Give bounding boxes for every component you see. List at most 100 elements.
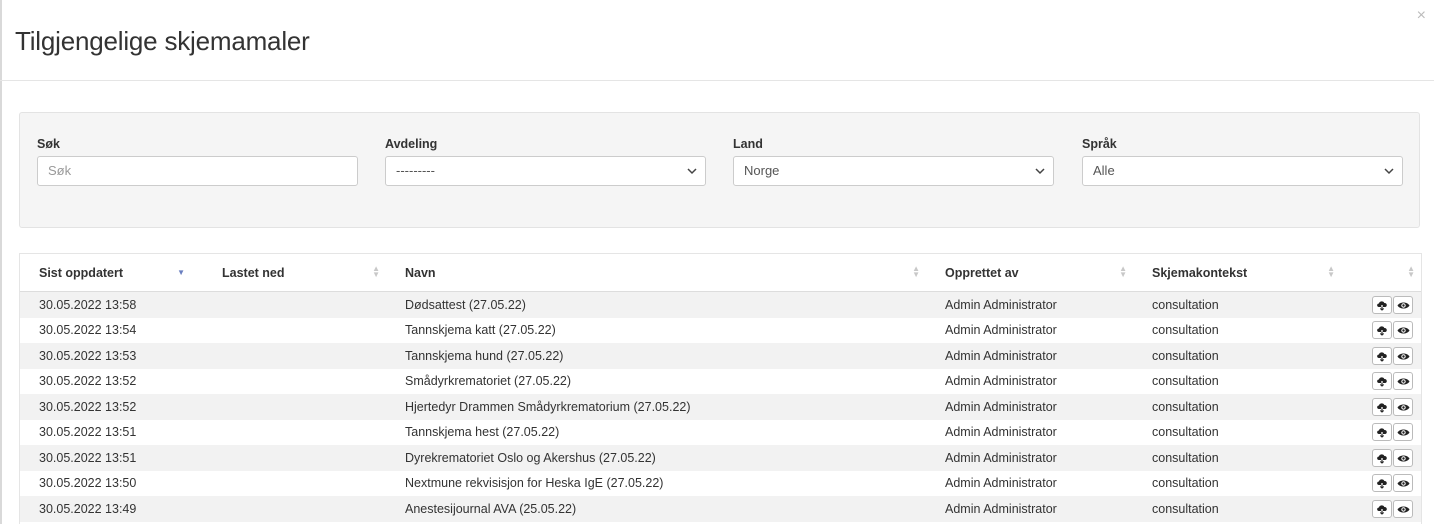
download-button[interactable] bbox=[1372, 346, 1392, 365]
language-label: Språk bbox=[1082, 137, 1117, 151]
cell-name: Tannskjema hest (27.05.22) bbox=[386, 419, 926, 445]
cell-actions bbox=[1341, 470, 1421, 496]
filter-panel: Søk Søk Avdeling --------- Land Norge Sp… bbox=[19, 112, 1420, 228]
cell-downloaded bbox=[203, 343, 386, 369]
eye-icon bbox=[1397, 506, 1410, 513]
cell-actions bbox=[1341, 368, 1421, 394]
column-header-created-by[interactable]: Opprettet av ▲ ▼ bbox=[926, 254, 1133, 292]
column-header-name[interactable]: Navn ▲ ▼ bbox=[386, 254, 926, 292]
cell-created-by: Admin Administrator bbox=[926, 470, 1133, 496]
cell-updated: 30.05.2022 13:49 bbox=[20, 496, 203, 522]
column-header-downloaded[interactable]: Lastet ned ▲ ▼ bbox=[203, 254, 386, 292]
column-header-updated[interactable]: Sist oppdatert ▼ bbox=[20, 254, 203, 292]
eye-icon bbox=[1397, 302, 1410, 309]
country-value: Norge bbox=[744, 163, 780, 178]
cell-context: consultation bbox=[1133, 291, 1341, 318]
cell-context: consultation bbox=[1133, 343, 1341, 369]
cell-context: consultation bbox=[1133, 496, 1341, 522]
cloud-download-icon bbox=[1377, 479, 1387, 490]
templates-table-wrap: Sist oppdatert ▼ Lastet ned ▲ ▼ Navn ▲ ▼ Opprett… bbox=[19, 253, 1422, 524]
preview-button[interactable] bbox=[1393, 448, 1413, 467]
preview-button[interactable] bbox=[1393, 295, 1413, 314]
cell-updated: 30.05.2022 13:58 bbox=[20, 291, 203, 318]
cloud-download-icon bbox=[1377, 428, 1387, 439]
eye-icon bbox=[1397, 455, 1410, 462]
cloud-download-icon bbox=[1377, 454, 1387, 464]
cell-name: Tannskjema hund (27.05.22) bbox=[386, 343, 926, 369]
chevron-down-icon bbox=[1384, 157, 1394, 196]
cell-created-by: Admin Administrator bbox=[926, 496, 1133, 522]
preview-button[interactable] bbox=[1393, 346, 1413, 365]
preview-button[interactable] bbox=[1393, 499, 1413, 518]
cell-downloaded bbox=[203, 368, 386, 394]
chevron-down-icon bbox=[687, 157, 697, 196]
cell-downloaded bbox=[203, 291, 386, 318]
column-header-label: Sist oppdatert bbox=[39, 265, 124, 280]
sort-icon: ▲ ▼ bbox=[1327, 264, 1335, 279]
download-button[interactable] bbox=[1372, 448, 1392, 467]
download-button[interactable] bbox=[1372, 499, 1392, 518]
cell-created-by: Admin Administrator bbox=[926, 343, 1133, 369]
department-field: Avdeling --------- bbox=[385, 137, 706, 186]
close-icon[interactable]: × bbox=[1417, 8, 1426, 24]
sort-icon: ▲ ▼ bbox=[912, 264, 920, 279]
column-header-label: Skjemakontekst bbox=[1152, 265, 1248, 280]
download-button[interactable] bbox=[1372, 295, 1392, 314]
download-button[interactable] bbox=[1372, 397, 1392, 416]
table-row[interactable]: 30.05.2022 13:51 Dyrekrematoriet Oslo og … bbox=[20, 445, 1421, 471]
cloud-download-icon bbox=[1377, 352, 1387, 362]
table-row[interactable]: 30.05.2022 13:58 Dødsattest (27.05.22) Adm… bbox=[20, 291, 1421, 318]
department-value: --------- bbox=[396, 163, 435, 178]
search-label: Søk bbox=[37, 137, 60, 151]
cell-actions bbox=[1341, 445, 1421, 471]
download-button[interactable] bbox=[1372, 372, 1392, 391]
cell-created-by: Admin Administrator bbox=[926, 419, 1133, 445]
cell-name: Tannskjema katt (27.05.22) bbox=[386, 317, 926, 343]
column-header-actions[interactable]: ▲ ▼ bbox=[1341, 254, 1421, 292]
cell-actions bbox=[1341, 317, 1421, 343]
table-row[interactable]: 30.05.2022 13:49 Anestesijournal AVA (25.… bbox=[20, 496, 1421, 522]
cell-updated: 30.05.2022 13:54 bbox=[20, 317, 203, 343]
preview-button[interactable] bbox=[1393, 372, 1413, 391]
sort-icon: ▲ ▼ bbox=[1119, 264, 1127, 279]
cell-created-by: Admin Administrator bbox=[926, 445, 1133, 471]
cell-context: consultation bbox=[1133, 470, 1341, 496]
eye-icon bbox=[1397, 327, 1410, 334]
preview-button[interactable] bbox=[1393, 474, 1413, 493]
table-row[interactable]: 30.05.2022 13:50 Nextmune rekvisisjon for… bbox=[20, 470, 1421, 496]
eye-icon bbox=[1397, 480, 1410, 487]
cell-updated: 30.05.2022 13:52 bbox=[20, 394, 203, 420]
cell-name: Dødsattest (27.05.22) bbox=[386, 291, 926, 318]
download-button[interactable] bbox=[1372, 474, 1392, 493]
cell-name: Hjertedyr Drammen Smådyrkrematorium (27.… bbox=[386, 394, 926, 420]
cell-updated: 30.05.2022 13:51 bbox=[20, 419, 203, 445]
cloud-download-icon bbox=[1377, 505, 1387, 515]
download-button[interactable] bbox=[1372, 423, 1392, 442]
preview-button[interactable] bbox=[1393, 397, 1413, 416]
table-row[interactable]: 30.05.2022 13:53 Tannskjema hund (27.05.2… bbox=[20, 343, 1421, 369]
table-row[interactable]: 30.05.2022 13:52 Hjertedyr Drammen Smådyr… bbox=[20, 394, 1421, 420]
preview-button[interactable] bbox=[1393, 423, 1413, 442]
table-row[interactable]: 30.05.2022 13:51 Tannskjema hest (27.05.2… bbox=[20, 419, 1421, 445]
sort-icon: ▲ ▼ bbox=[1407, 264, 1415, 279]
column-header-context[interactable]: Skjemakontekst ▲ ▼ bbox=[1133, 254, 1341, 292]
cell-created-by: Admin Administrator bbox=[926, 291, 1133, 318]
table-row[interactable]: 30.05.2022 13:52 Smådyrkrematoriet (27.05… bbox=[20, 368, 1421, 394]
country-select[interactable]: Norge bbox=[733, 156, 1054, 186]
cell-context: consultation bbox=[1133, 317, 1341, 343]
department-select[interactable]: --------- bbox=[385, 156, 706, 186]
cell-context: consultation bbox=[1133, 368, 1341, 394]
language-select[interactable]: Alle bbox=[1082, 156, 1403, 186]
cell-actions bbox=[1341, 291, 1421, 318]
search-field: Søk Søk bbox=[37, 137, 358, 186]
cell-downloaded bbox=[203, 496, 386, 522]
column-header-label: Lastet ned bbox=[222, 265, 285, 280]
cell-created-by: Admin Administrator bbox=[926, 368, 1133, 394]
cell-downloaded bbox=[203, 470, 386, 496]
preview-button[interactable] bbox=[1393, 321, 1413, 340]
download-button[interactable] bbox=[1372, 321, 1392, 340]
table-row[interactable]: 30.05.2022 13:54 Tannskjema katt (27.05.2… bbox=[20, 317, 1421, 343]
search-input[interactable]: Søk bbox=[37, 156, 358, 186]
cell-actions bbox=[1341, 419, 1421, 445]
table-header-row: Sist oppdatert ▼ Lastet ned ▲ ▼ Navn ▲ ▼ Opprett… bbox=[20, 254, 1421, 292]
